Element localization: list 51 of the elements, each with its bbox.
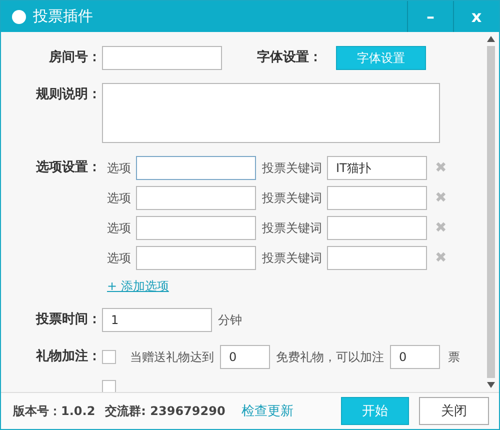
- keyword-label: 投票关键词: [262, 190, 323, 207]
- keyword-input[interactable]: [327, 246, 427, 270]
- keyword-label: 投票关键词: [262, 250, 323, 267]
- option-input[interactable]: [136, 186, 256, 210]
- keyword-label: 投票关键词: [262, 160, 323, 177]
- remove-button[interactable]: ✖: [435, 186, 447, 210]
- version-text: 版本号：1.0.2: [13, 402, 96, 420]
- option-input[interactable]: [136, 246, 256, 270]
- window-title: 投票插件: [33, 7, 94, 26]
- add-option-link[interactable]: + 添加选项: [107, 278, 447, 295]
- room-input[interactable]: [102, 46, 222, 70]
- option-label: 选项: [107, 160, 132, 177]
- option-label: 选项: [107, 190, 132, 207]
- remove-button[interactable]: ✖: [435, 216, 447, 240]
- field-label: 礼物加注：: [34, 348, 101, 366]
- field-label: 房间号：: [48, 48, 101, 67]
- scrollbar[interactable]: [486, 36, 496, 388]
- gift-text: 免费礼物，可以加注: [276, 349, 384, 366]
- field-label: 字体设置：: [256, 48, 322, 67]
- votes-input[interactable]: 0: [390, 345, 440, 369]
- remove-button[interactable]: ✖: [435, 246, 447, 270]
- remove-button[interactable]: ✖: [435, 156, 447, 180]
- keyword-input[interactable]: IT猫扑: [327, 156, 427, 180]
- checkbox[interactable]: [102, 350, 116, 364]
- duration-input[interactable]: 1: [102, 308, 212, 332]
- close-button[interactable]: x: [453, 1, 499, 32]
- field-label: 投票时间：: [34, 311, 101, 329]
- font-settings-button[interactable]: 字体设置: [336, 46, 426, 70]
- check-update-link[interactable]: 检查更新: [241, 402, 294, 420]
- app-logo-icon: [11, 8, 27, 24]
- gift-count-input[interactable]: 0: [220, 345, 270, 369]
- minimize-button[interactable]: –: [407, 1, 453, 32]
- keyword-label: 投票关键词: [262, 220, 323, 237]
- field-label: 规则说明：: [34, 86, 101, 104]
- field-label: 选项设置：: [35, 159, 101, 177]
- close-button[interactable]: 关闭: [419, 397, 489, 425]
- gift-text: 当赠送礼物达到: [130, 349, 214, 366]
- option-label: 选项: [107, 220, 132, 237]
- checkbox[interactable]: [102, 380, 116, 392]
- group-text: 交流群: 239679290: [105, 402, 226, 420]
- option-label: 选项: [107, 250, 132, 267]
- rules-textarea[interactable]: [102, 83, 440, 143]
- start-button[interactable]: 开始: [341, 397, 409, 425]
- scroll-down-icon[interactable]: [487, 382, 495, 388]
- option-input[interactable]: [136, 156, 256, 180]
- gift-text: 票: [448, 349, 460, 366]
- unit-label: 分钟: [218, 312, 242, 329]
- option-input[interactable]: [136, 216, 256, 240]
- keyword-input[interactable]: [327, 186, 427, 210]
- scroll-up-icon[interactable]: [487, 36, 495, 42]
- keyword-input[interactable]: [327, 216, 427, 240]
